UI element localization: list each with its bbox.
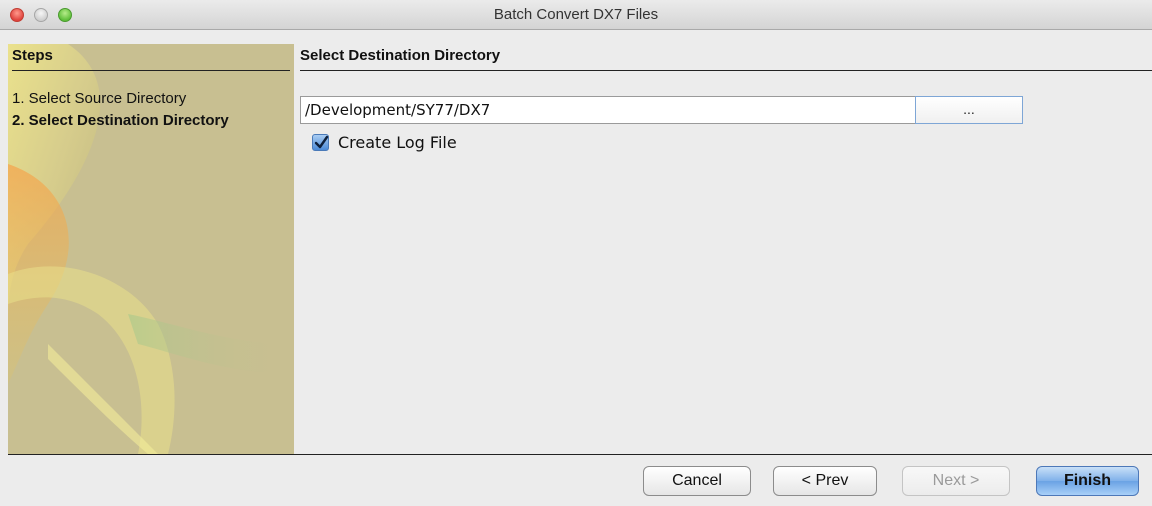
- prev-button[interactable]: < Prev: [773, 466, 877, 496]
- steps-panel: Steps 1. Select Source Directory 2. Sele…: [8, 44, 294, 454]
- step-select-destination: 2. Select Destination Directory: [12, 112, 229, 129]
- page-title: Select Destination Directory: [300, 47, 1152, 71]
- finish-button[interactable]: Finish: [1036, 466, 1139, 496]
- browse-button[interactable]: ...: [915, 96, 1023, 124]
- steps-list: 1. Select Source Directory 2. Select Des…: [12, 88, 294, 132]
- next-button[interactable]: Next >: [902, 466, 1010, 496]
- create-log-label: Create Log File: [338, 132, 457, 152]
- wizard-window: Batch Convert DX7 Files Steps 1. Select …: [0, 0, 1152, 506]
- create-log-option[interactable]: Create Log File: [312, 130, 457, 154]
- checkmark-icon: [314, 135, 329, 148]
- cancel-button[interactable]: Cancel: [643, 466, 751, 496]
- steps-header: Steps: [12, 47, 290, 71]
- step-select-source: 1. Select Source Directory: [12, 90, 187, 107]
- title-bar[interactable]: Batch Convert DX7 Files: [0, 0, 1152, 30]
- destination-directory-input[interactable]: /Development/SY77/DX7: [300, 96, 916, 124]
- window-title: Batch Convert DX7 Files: [493, 6, 659, 23]
- create-log-checkbox[interactable]: [312, 133, 329, 151]
- footer-divider: [8, 454, 1152, 455]
